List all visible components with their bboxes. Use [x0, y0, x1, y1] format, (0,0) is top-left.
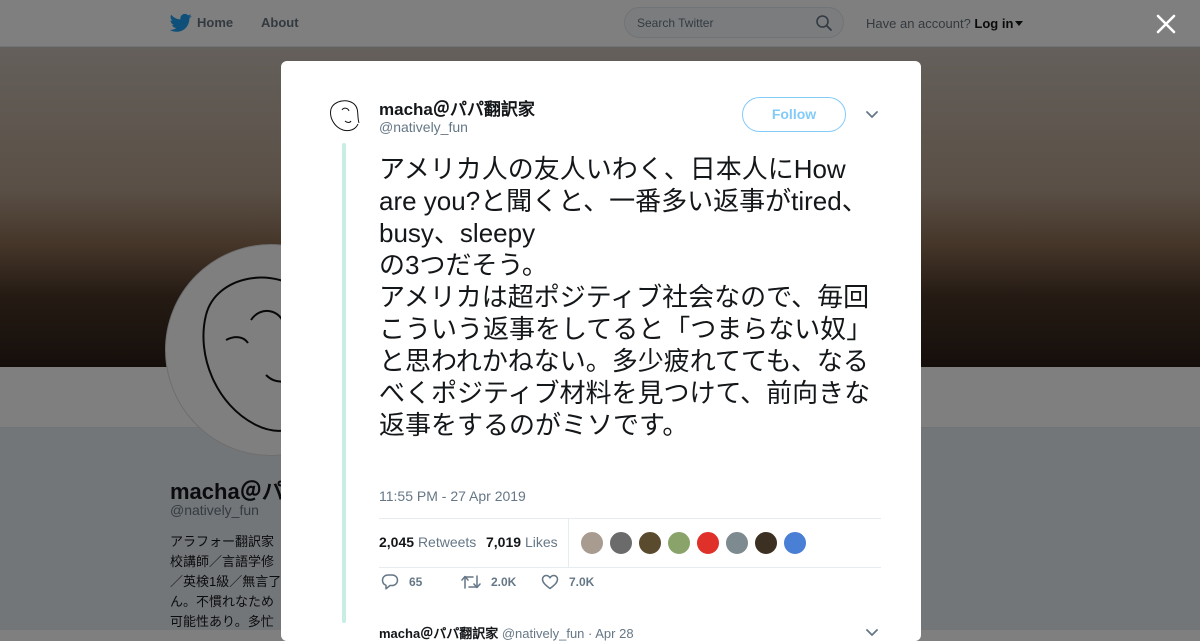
author-avatar[interactable]: [325, 95, 365, 135]
like-count: 7.0K: [569, 575, 595, 589]
reply-count: 65: [409, 575, 423, 589]
retweet-button[interactable]: 2.0K: [461, 573, 516, 599]
liker-avatar[interactable]: [696, 531, 720, 555]
tweet-timestamp[interactable]: 11:55 PM - 27 Apr 2019: [379, 488, 526, 504]
reply-button[interactable]: 65: [381, 573, 422, 599]
author-name[interactable]: macha＠パパ翻訳家: [379, 95, 535, 120]
tweet-stats: 2,045 Retweets 7,019 Likes: [379, 518, 881, 568]
reply-author-handle: @natively_fun: [501, 626, 585, 641]
reply-icon: [381, 574, 399, 590]
chevron-down-icon[interactable]: [865, 627, 879, 639]
likes-count: 7,019: [486, 534, 522, 550]
tweet-modal: macha＠パパ翻訳家 @natively_fun Follow アメリカ人の友…: [281, 61, 921, 641]
thread-line: [342, 143, 346, 623]
close-icon[interactable]: [1154, 12, 1178, 36]
author-handle[interactable]: @natively_fun: [379, 119, 468, 135]
likes-label: Likes: [524, 534, 558, 550]
face-sketch-icon: [330, 100, 360, 132]
likes-stat[interactable]: 7,019 Likes: [486, 534, 558, 550]
retweets-label: Retweets: [417, 534, 477, 550]
liker-avatar[interactable]: [638, 531, 662, 555]
tweet-actions: 65 2.0K 7.0K: [379, 573, 879, 603]
liker-avatar[interactable]: [783, 531, 807, 555]
next-reply-header[interactable]: macha＠パパ翻訳家 @natively_fun · Apr 28: [379, 623, 634, 641]
liker-avatar[interactable]: [609, 531, 633, 555]
tweet-text: アメリカ人の友人いわく、日本人にHow are you?と聞くと、一番多い返事が…: [379, 154, 873, 440]
retweet-icon: [461, 575, 481, 589]
like-button[interactable]: 7.0K: [541, 573, 594, 599]
liker-avatar[interactable]: [580, 531, 604, 555]
chevron-down-icon[interactable]: [865, 109, 879, 121]
stats-divider: [568, 519, 569, 567]
liker-avatar[interactable]: [754, 531, 778, 555]
reply-author-name: macha＠パパ翻訳家: [379, 626, 499, 641]
follow-button[interactable]: Follow: [742, 97, 846, 132]
retweet-count: 2.0K: [491, 575, 517, 589]
heart-icon: [541, 574, 559, 590]
reply-date: · Apr 28: [588, 626, 634, 641]
liker-avatar[interactable]: [667, 531, 691, 555]
liker-avatar[interactable]: [725, 531, 749, 555]
retweets-count: 2,045: [379, 534, 415, 550]
retweets-stat[interactable]: 2,045 Retweets: [379, 534, 476, 550]
